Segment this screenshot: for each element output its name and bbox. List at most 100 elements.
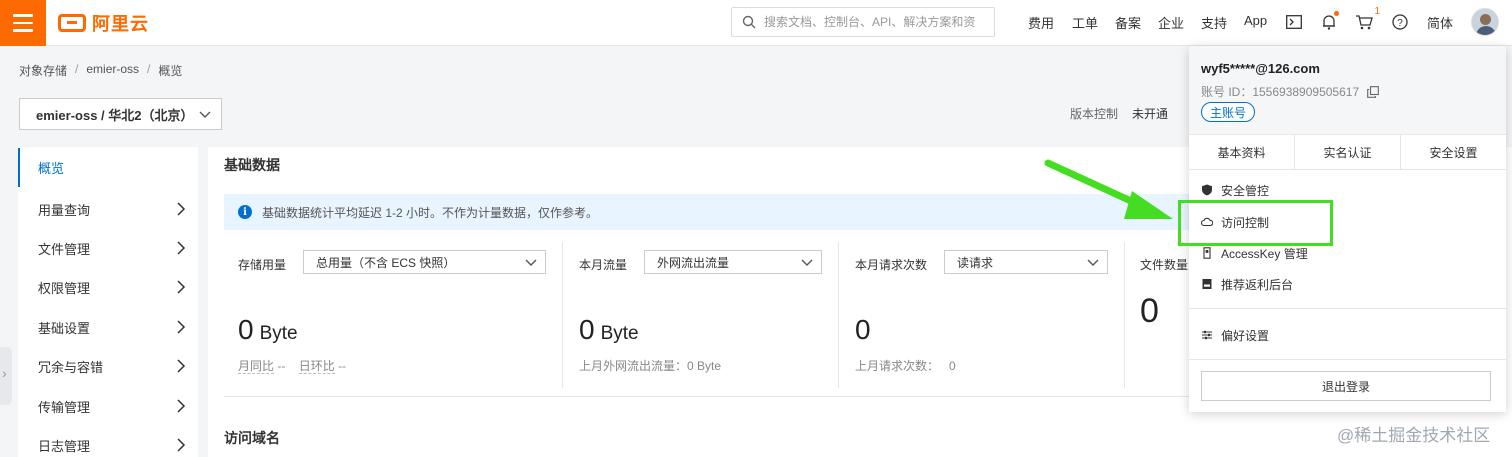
info-icon: i: [238, 205, 252, 219]
hamburger-menu-icon[interactable]: [0, 0, 46, 46]
sidebar-item-label: 概览: [38, 161, 65, 176]
sidebar-item-transfer[interactable]: 传输管理: [18, 387, 198, 426]
sidebar-item-label: 文件管理: [38, 242, 91, 257]
breadcrumb-current: 概览: [158, 64, 183, 78]
sidebar-item-label: 权限管理: [38, 281, 91, 296]
stat-value: 0 Byte: [579, 314, 639, 346]
chevron-down-icon: [199, 111, 211, 118]
version-control-status: 版本控制 未开通: [1070, 105, 1168, 122]
mom-label: 月同比: [238, 359, 275, 374]
stat-number: 0: [238, 314, 254, 345]
chevron-right-icon: [177, 399, 186, 413]
stat-number: 0: [579, 314, 595, 345]
bell-icon[interactable]: [1319, 11, 1339, 32]
chevron-right-icon: [177, 320, 186, 334]
nav-tickets[interactable]: 工单: [1072, 13, 1098, 32]
section-divider: [224, 396, 1224, 397]
annotation-arrow-icon: [1044, 159, 1173, 219]
stat-label: 本月流量: [579, 258, 628, 272]
chevron-down-icon: [801, 259, 813, 266]
sidebar-item-permissions[interactable]: 权限管理: [18, 268, 198, 307]
traffic-type-select[interactable]: 外网流出流量: [644, 250, 822, 274]
sidebar-item-label: 冗余与容错: [38, 360, 104, 375]
breadcrumb-separator: /: [75, 62, 79, 76]
aliyun-logo[interactable]: 阿里云: [58, 10, 149, 36]
menu-divider: [1189, 308, 1506, 309]
stat-comparison: 月同比 -- 日环比 --: [238, 357, 346, 374]
select-value: 外网流出流量: [657, 255, 730, 270]
menu-item-label: 推荐返利后台: [1221, 277, 1294, 292]
nav-enterprise[interactable]: 企业: [1158, 13, 1184, 32]
terminal-icon[interactable]: [1284, 12, 1304, 32]
menu-item-accesskey[interactable]: AccessKey 管理: [1201, 243, 1308, 263]
chevron-right-icon: [177, 202, 186, 216]
search-box[interactable]: [731, 7, 995, 37]
stat-value: 0: [1140, 292, 1159, 330]
shield-icon: [1202, 184, 1212, 196]
breadcrumb-oss[interactable]: 对象存储: [19, 62, 67, 79]
sidebar-item-overview[interactable]: 概览: [18, 148, 198, 187]
stat-label: 文件数量: [1140, 258, 1189, 272]
tab-basic-info[interactable]: 基本资料: [1189, 135, 1295, 169]
cart-badge: 1: [1374, 6, 1380, 17]
stat-label: 本月请求次数: [855, 258, 928, 272]
stat-unit: Byte: [259, 323, 298, 344]
bucket-select[interactable]: emier-oss / 华北2（北京）: [19, 98, 222, 130]
stat-value: 0 Byte: [238, 314, 298, 346]
sliders-icon: [1202, 330, 1212, 340]
stat-traffic: 本月流量 外网流出流量 0 Byte 上月外网流出流量：0 Byte: [563, 242, 838, 388]
sidebar-item-usage[interactable]: 用量查询: [18, 190, 198, 229]
main-account-tag: 主账号: [1201, 102, 1256, 122]
access-domain-title: 访问域名: [224, 430, 280, 446]
storage-type-select[interactable]: 总用量（不含 ECS 快照）: [303, 250, 546, 274]
search-input[interactable]: [764, 15, 984, 29]
sidebar-item-basic-settings[interactable]: 基础设置: [18, 308, 198, 347]
nav-fees[interactable]: 费用: [1028, 13, 1054, 32]
tab-security-settings[interactable]: 安全设置: [1401, 135, 1506, 169]
account-id-text: 账号 ID：1556938909505617: [1201, 85, 1360, 99]
menu-item-preferences[interactable]: 偏好设置: [1201, 325, 1269, 345]
key-icon: [1203, 247, 1211, 259]
stat-sub: 上月外网流出流量：0 Byte: [579, 359, 722, 373]
select-value: 总用量（不含 ECS 快照）: [316, 255, 456, 270]
annotation-highlight-box: [1178, 200, 1333, 246]
logout-button[interactable]: 退出登录: [1201, 371, 1491, 401]
stat-label: 存储用量: [238, 258, 287, 272]
copy-icon[interactable]: [1367, 85, 1379, 98]
top-bar: 阿里云 费用 工单 备案 企业 支持 App 1 ? 简体: [0, 0, 1512, 46]
nav-icp[interactable]: 备案: [1115, 13, 1141, 32]
language-switch[interactable]: 简体: [1427, 13, 1453, 32]
logo-text: 阿里云: [92, 14, 149, 34]
chevron-down-icon: [525, 259, 537, 266]
chevron-right-icon: [177, 241, 186, 255]
sidebar-item-redundancy[interactable]: 冗余与容错: [18, 347, 198, 386]
sidebar-collapse-handle[interactable]: [0, 347, 12, 405]
help-icon[interactable]: ?: [1390, 12, 1410, 32]
stat-requests: 本月请求次数 读请求 0 上月请求次数： 0: [839, 242, 1124, 388]
account-email: wyf5*****@126.com: [1201, 61, 1320, 76]
nav-support[interactable]: 支持: [1201, 13, 1227, 32]
cart-icon[interactable]: 1: [1354, 6, 1380, 32]
basic-data-title: 基础数据: [224, 157, 280, 173]
nav-app[interactable]: App: [1244, 13, 1267, 28]
sidebar-item-logs[interactable]: 日志管理: [18, 426, 198, 457]
breadcrumb-bucket[interactable]: emier-oss: [86, 62, 139, 79]
tab-real-name[interactable]: 实名认证: [1295, 135, 1401, 169]
mom-value: --: [277, 359, 286, 373]
avatar[interactable]: [1471, 8, 1499, 36]
sidebar-item-files[interactable]: 文件管理: [18, 229, 198, 268]
account-tabs: 基本资料 实名认证 安全设置: [1189, 134, 1506, 170]
version-control-value: 未开通: [1132, 107, 1169, 121]
stat-sub: 上月请求次数： 0: [855, 359, 956, 373]
menu-item-referral[interactable]: 推荐返利后台: [1201, 274, 1293, 294]
gift-icon: [1202, 279, 1212, 289]
chevron-right-icon: [177, 438, 186, 452]
chevron-right-icon: [177, 280, 186, 294]
menu-item-security-control[interactable]: 安全管控: [1201, 180, 1269, 200]
stat-storage: 存储用量 总用量（不含 ECS 快照） 0 Byte 月同比 -- 日环比 --: [224, 242, 562, 388]
stat-value: 0: [855, 314, 871, 345]
search-icon: [742, 15, 756, 29]
menu-item-label: 偏好设置: [1221, 328, 1270, 343]
sidebar: 概览 用量查询 文件管理 权限管理 基础设置 冗余与容错 传输管理 日志管理: [18, 147, 198, 457]
request-type-select[interactable]: 读请求: [944, 250, 1108, 274]
